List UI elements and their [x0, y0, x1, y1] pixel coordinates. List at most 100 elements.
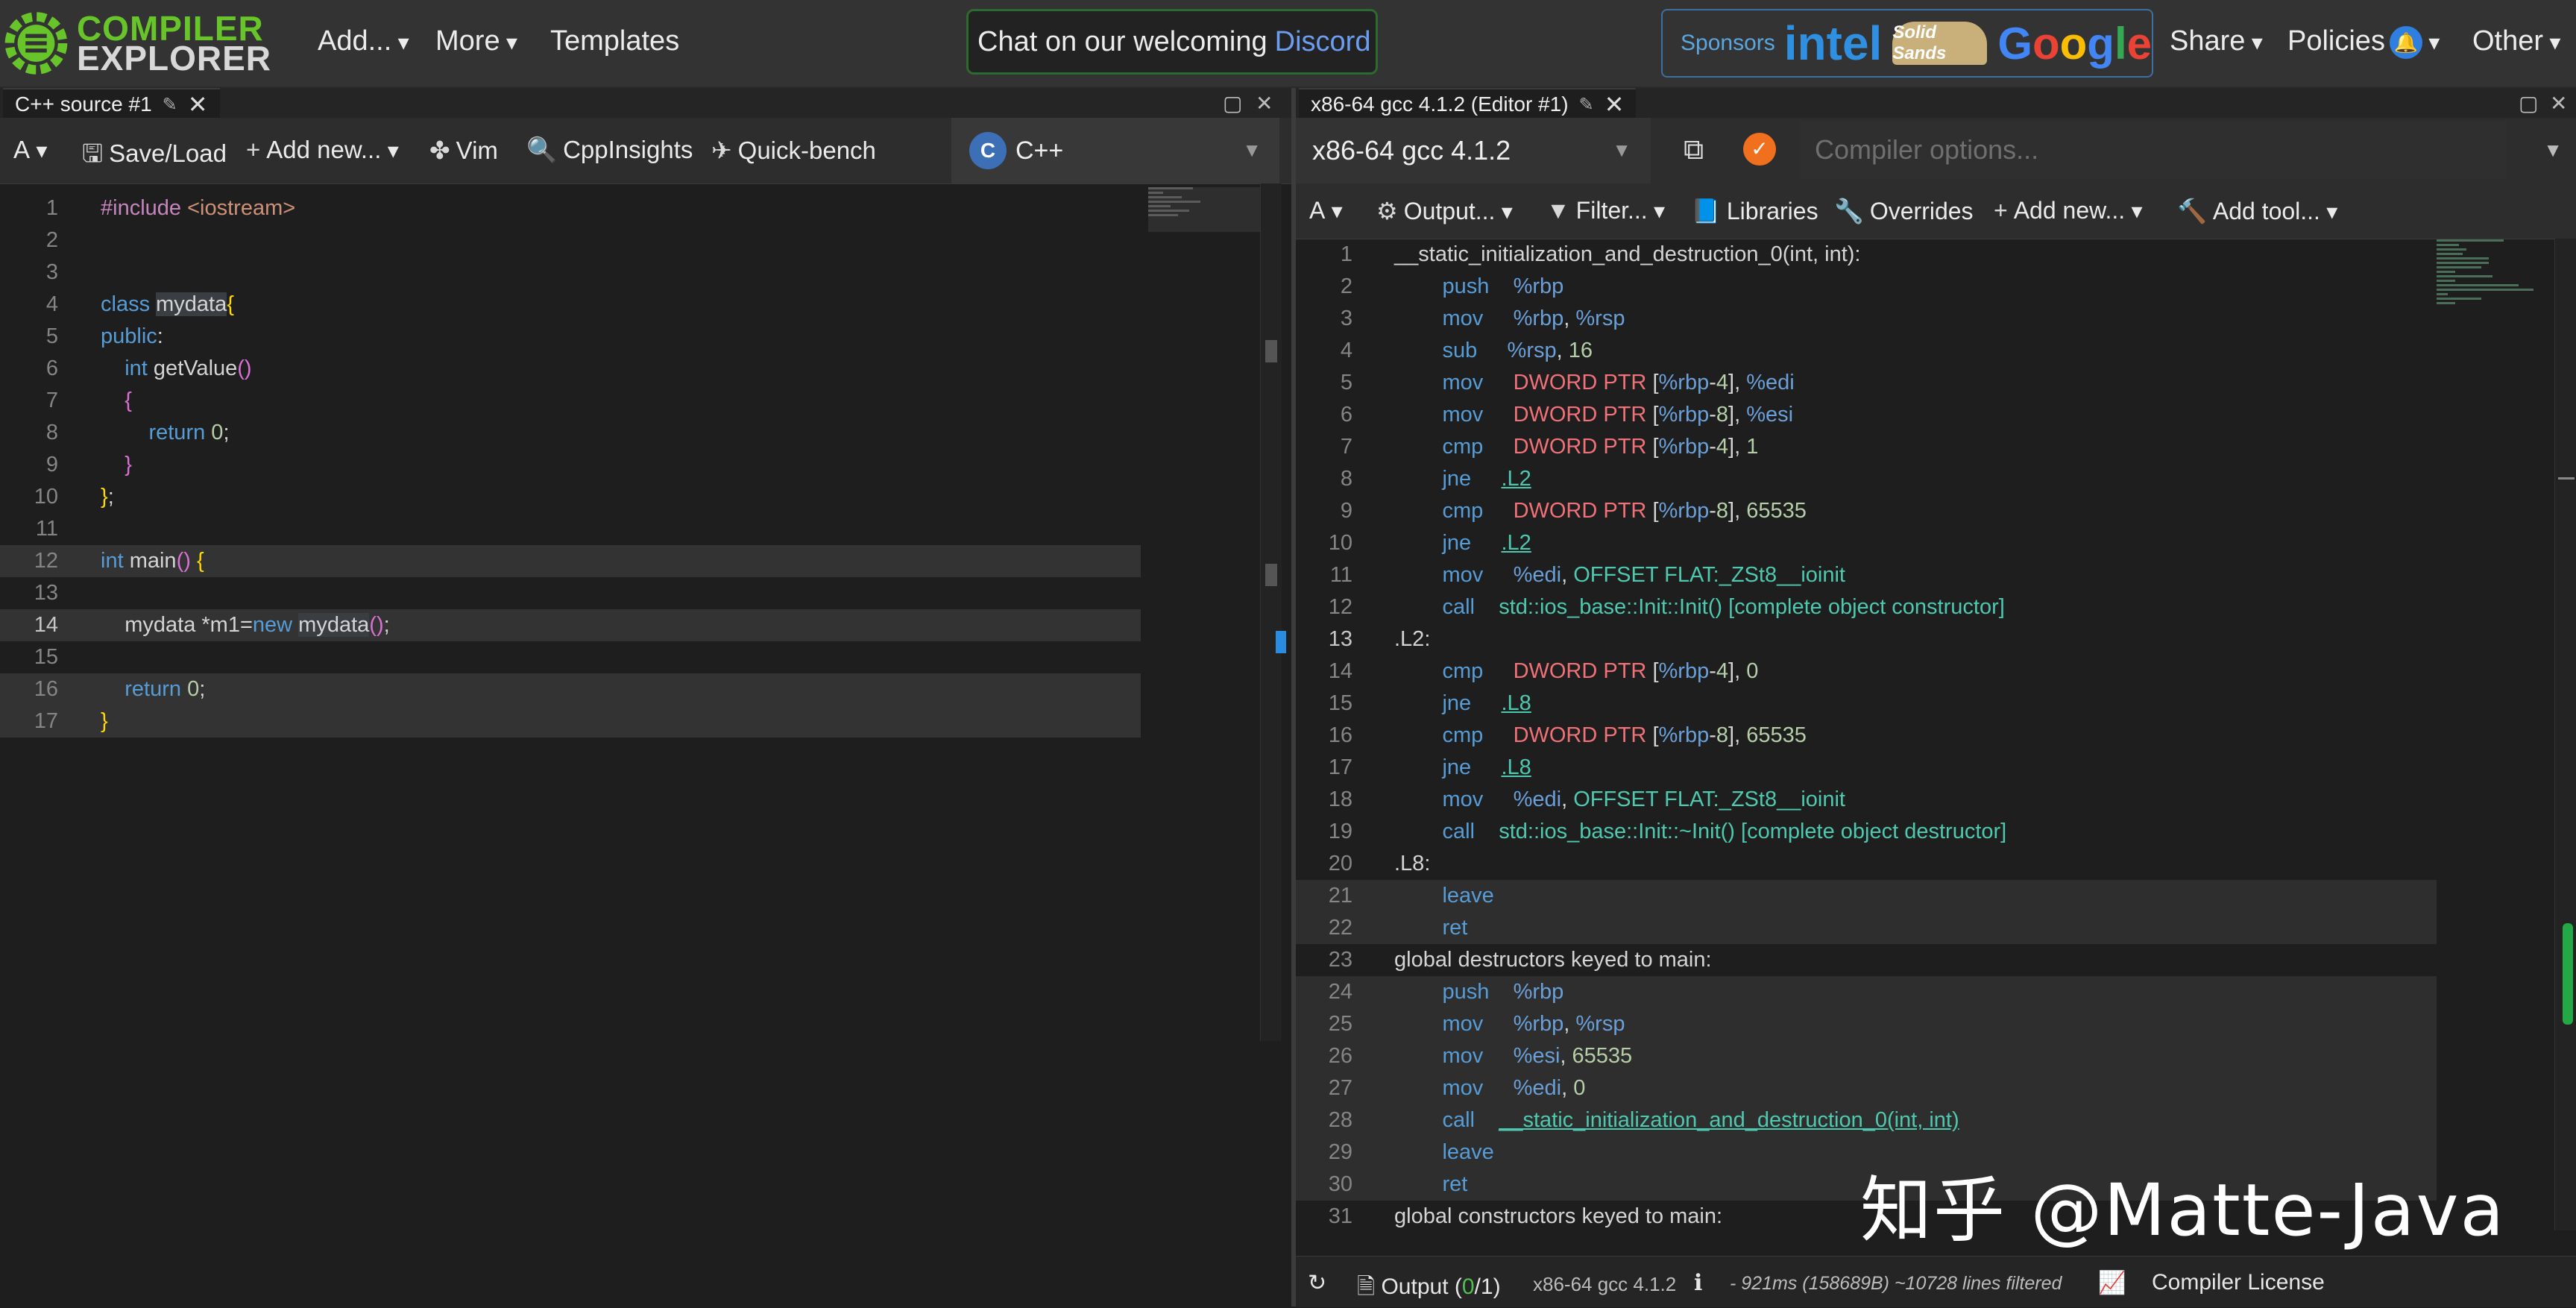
close-pane-icon[interactable]: ✕ — [2550, 91, 2567, 116]
chevron-down-icon[interactable]: ▼ — [2543, 139, 2563, 162]
popout-icon[interactable]: ⧉ — [1684, 134, 1704, 166]
compiler-explorer-logo[interactable]: COMPILER EXPLORER — [3, 4, 271, 82]
solidsands-logo[interactable]: Solid Sands — [1892, 22, 1988, 65]
output-status-button[interactable]: 🗎 Output (0/1) — [1357, 1270, 1501, 1308]
code-line: 5 public: — [45, 324, 163, 348]
chart-icon[interactable]: 📈 — [2098, 1270, 2126, 1296]
add-new-label: Add new... — [266, 136, 382, 163]
asm-line: 21 leave — [1296, 880, 2437, 912]
zhihu-watermark: 知乎 @Matte-Java — [1860, 1169, 2506, 1252]
filter-menu[interactable]: ▼ Filter... — [1546, 197, 1665, 224]
compiler-toolbar: A ⚙Output... ▼Filter... 📘Libraries 🔧Over… — [1296, 183, 2576, 239]
source-scrollbar[interactable] — [1260, 183, 1286, 1041]
vim-icon: ✤ — [429, 136, 450, 164]
code-line: 17} — [0, 705, 1141, 738]
code-line: 13 — [34, 581, 58, 605]
compile-status-icon[interactable]: ✓ — [1743, 133, 1776, 166]
gear-icon: ⚙ — [1376, 198, 1398, 224]
asm-line: 22 ret — [1296, 912, 2437, 944]
source-tab-title: C++ source #1 — [15, 92, 152, 116]
libraries-label: Libraries — [1726, 198, 1818, 224]
font-size-label: A — [13, 136, 31, 163]
overrides-button[interactable]: 🔧 Overrides — [1834, 197, 1974, 225]
maximize-icon[interactable]: ▢ — [2519, 91, 2538, 116]
google-letter: G — [1997, 18, 2032, 69]
discord-banner[interactable]: Chat on our welcoming Discord — [966, 9, 1378, 75]
chevron-down-icon — [1495, 198, 1512, 224]
close-tab-icon[interactable]: ✕ — [188, 90, 208, 119]
nav-share-menu[interactable]: Share — [2170, 25, 2263, 57]
libraries-button[interactable]: 📘 Libraries — [1691, 197, 1818, 225]
language-select[interactable]: C C++ ▼ — [951, 118, 1279, 183]
asm-line: 6 mov DWORD PTR [%rbp-8], %esi — [1340, 403, 1794, 427]
code-line: 11 — [35, 517, 58, 541]
asm-line: 5 mov DWORD PTR [%rbp-4], %edi — [1340, 371, 1795, 394]
compiler-license-link[interactable]: Compiler License — [2152, 1270, 2325, 1295]
assembly-minimap[interactable] — [2437, 237, 2548, 386]
asm-line: 8 jne .L2 — [1340, 467, 1531, 491]
language-label: C++ — [1015, 136, 1064, 165]
policies-label: Policies — [2287, 25, 2385, 57]
plus-icon: + — [246, 136, 261, 163]
output-label: Output... — [1403, 198, 1496, 224]
source-pane: C++ source #1 ✎ ✕ ▢ ✕ A 🖫Save/Load +Add … — [0, 88, 1291, 1307]
save-load-button[interactable]: 🖫 Save/Load — [82, 136, 227, 177]
cppinsights-button[interactable]: 🔍 CppInsights — [526, 136, 693, 165]
asm-line: 17 jne .L8 — [1328, 755, 1531, 779]
nav-policies-menu[interactable]: Policies 🔔 — [2287, 25, 2440, 59]
font-size-label: A — [1309, 197, 1326, 224]
chevron-down-icon — [1325, 197, 1342, 224]
tool-icon: 🔨 — [2177, 198, 2207, 224]
code-line: 9 } — [45, 453, 132, 477]
source-minimap[interactable] — [1148, 185, 1260, 237]
quickbench-button[interactable]: ✈ Quick-bench — [711, 136, 876, 165]
code-line: 1 #include <iostream> — [45, 196, 296, 220]
discord-link[interactable]: Discord — [1275, 26, 1371, 58]
asm-line: 12 call std::ios_base::Init::Init() [com… — [1328, 595, 2005, 619]
asm-line: 25 mov %rbp, %rsp — [1296, 1008, 2437, 1040]
add-tool-label: Add tool... — [2212, 198, 2320, 224]
compiler-pane: x86-64 gcc 4.1.2 (Editor #1) ✎ ✕ ▢ ✕ x86… — [1296, 88, 2576, 1307]
rename-pencil-icon[interactable]: ✎ — [163, 94, 177, 116]
source-tab[interactable]: C++ source #1 ✎ ✕ — [3, 88, 220, 119]
vim-toggle[interactable]: ✤ Vim — [429, 136, 498, 165]
google-letter: l — [2114, 18, 2127, 69]
asm-line: 23 global destructors keyed to main: — [1328, 948, 1712, 972]
output-menu[interactable]: ⚙ Output... — [1376, 197, 1513, 225]
close-pane-icon[interactable]: ✕ — [1256, 91, 1273, 116]
info-icon[interactable]: ℹ — [1694, 1270, 1702, 1296]
compiler-options-input[interactable] — [1800, 121, 2507, 179]
add-tool-button[interactable]: 🔨 Add tool... — [2177, 197, 2337, 225]
source-code-editor[interactable]: 1 #include <iostream> 2 3 4 class mydata{ … — [0, 183, 1282, 1307]
nav-add-menu[interactable]: Add... — [318, 25, 409, 57]
code-line-current: 14 mydata *m1=new mydata(); — [0, 609, 1141, 641]
font-size-button[interactable]: A — [13, 136, 47, 164]
asm-line: 2 push %rbp — [1340, 274, 1564, 298]
output-status-label: Output ( — [1381, 1274, 1462, 1299]
compiler-tab[interactable]: x86-64 gcc 4.1.2 (Editor #1) ✎ ✕ — [1299, 88, 1637, 119]
intel-logo[interactable]: intel — [1784, 16, 1883, 71]
close-tab-icon[interactable]: ✕ — [1605, 90, 1625, 119]
asm-line: 18 mov %edi, OFFSET FLAT:_ZSt8__ioinit — [1328, 787, 1845, 811]
asm-line: 1 __static_initialization_and_destruction… — [1340, 242, 1861, 266]
recompile-icon[interactable]: ↻ — [1308, 1270, 1326, 1296]
cpp-logo-icon: C — [969, 132, 1007, 169]
quickbench-icon: ✈ — [711, 136, 732, 164]
maximize-icon[interactable]: ▢ — [1223, 91, 1242, 116]
assembly-scrollbar[interactable] — [2554, 239, 2576, 1230]
nav-more-menu[interactable]: More — [435, 25, 517, 57]
compiler-select[interactable]: x86-64 gcc 4.1.2 ▼ — [1296, 118, 1651, 183]
nav-templates[interactable]: Templates — [550, 25, 679, 57]
chevron-down-icon — [2422, 25, 2440, 57]
nav-other-menu[interactable]: Other — [2472, 25, 2560, 57]
sponsors-box[interactable]: Sponsors intel Solid Sands Google — [1661, 9, 2153, 78]
google-logo[interactable]: Google — [1997, 18, 2152, 69]
google-letter: e — [2126, 18, 2152, 69]
rename-pencil-icon[interactable]: ✎ — [1579, 94, 1594, 116]
add-new-button[interactable]: + Add new... — [246, 136, 399, 164]
add-new-button[interactable]: + Add new... — [1994, 197, 2143, 224]
asm-line: 24 push %rbp — [1296, 976, 2437, 1008]
font-size-button[interactable]: A — [1309, 197, 1343, 224]
assembly-output[interactable]: 1 __static_initialization_and_destruction… — [1296, 239, 2563, 1230]
add-new-label: Add new... — [2013, 197, 2126, 224]
